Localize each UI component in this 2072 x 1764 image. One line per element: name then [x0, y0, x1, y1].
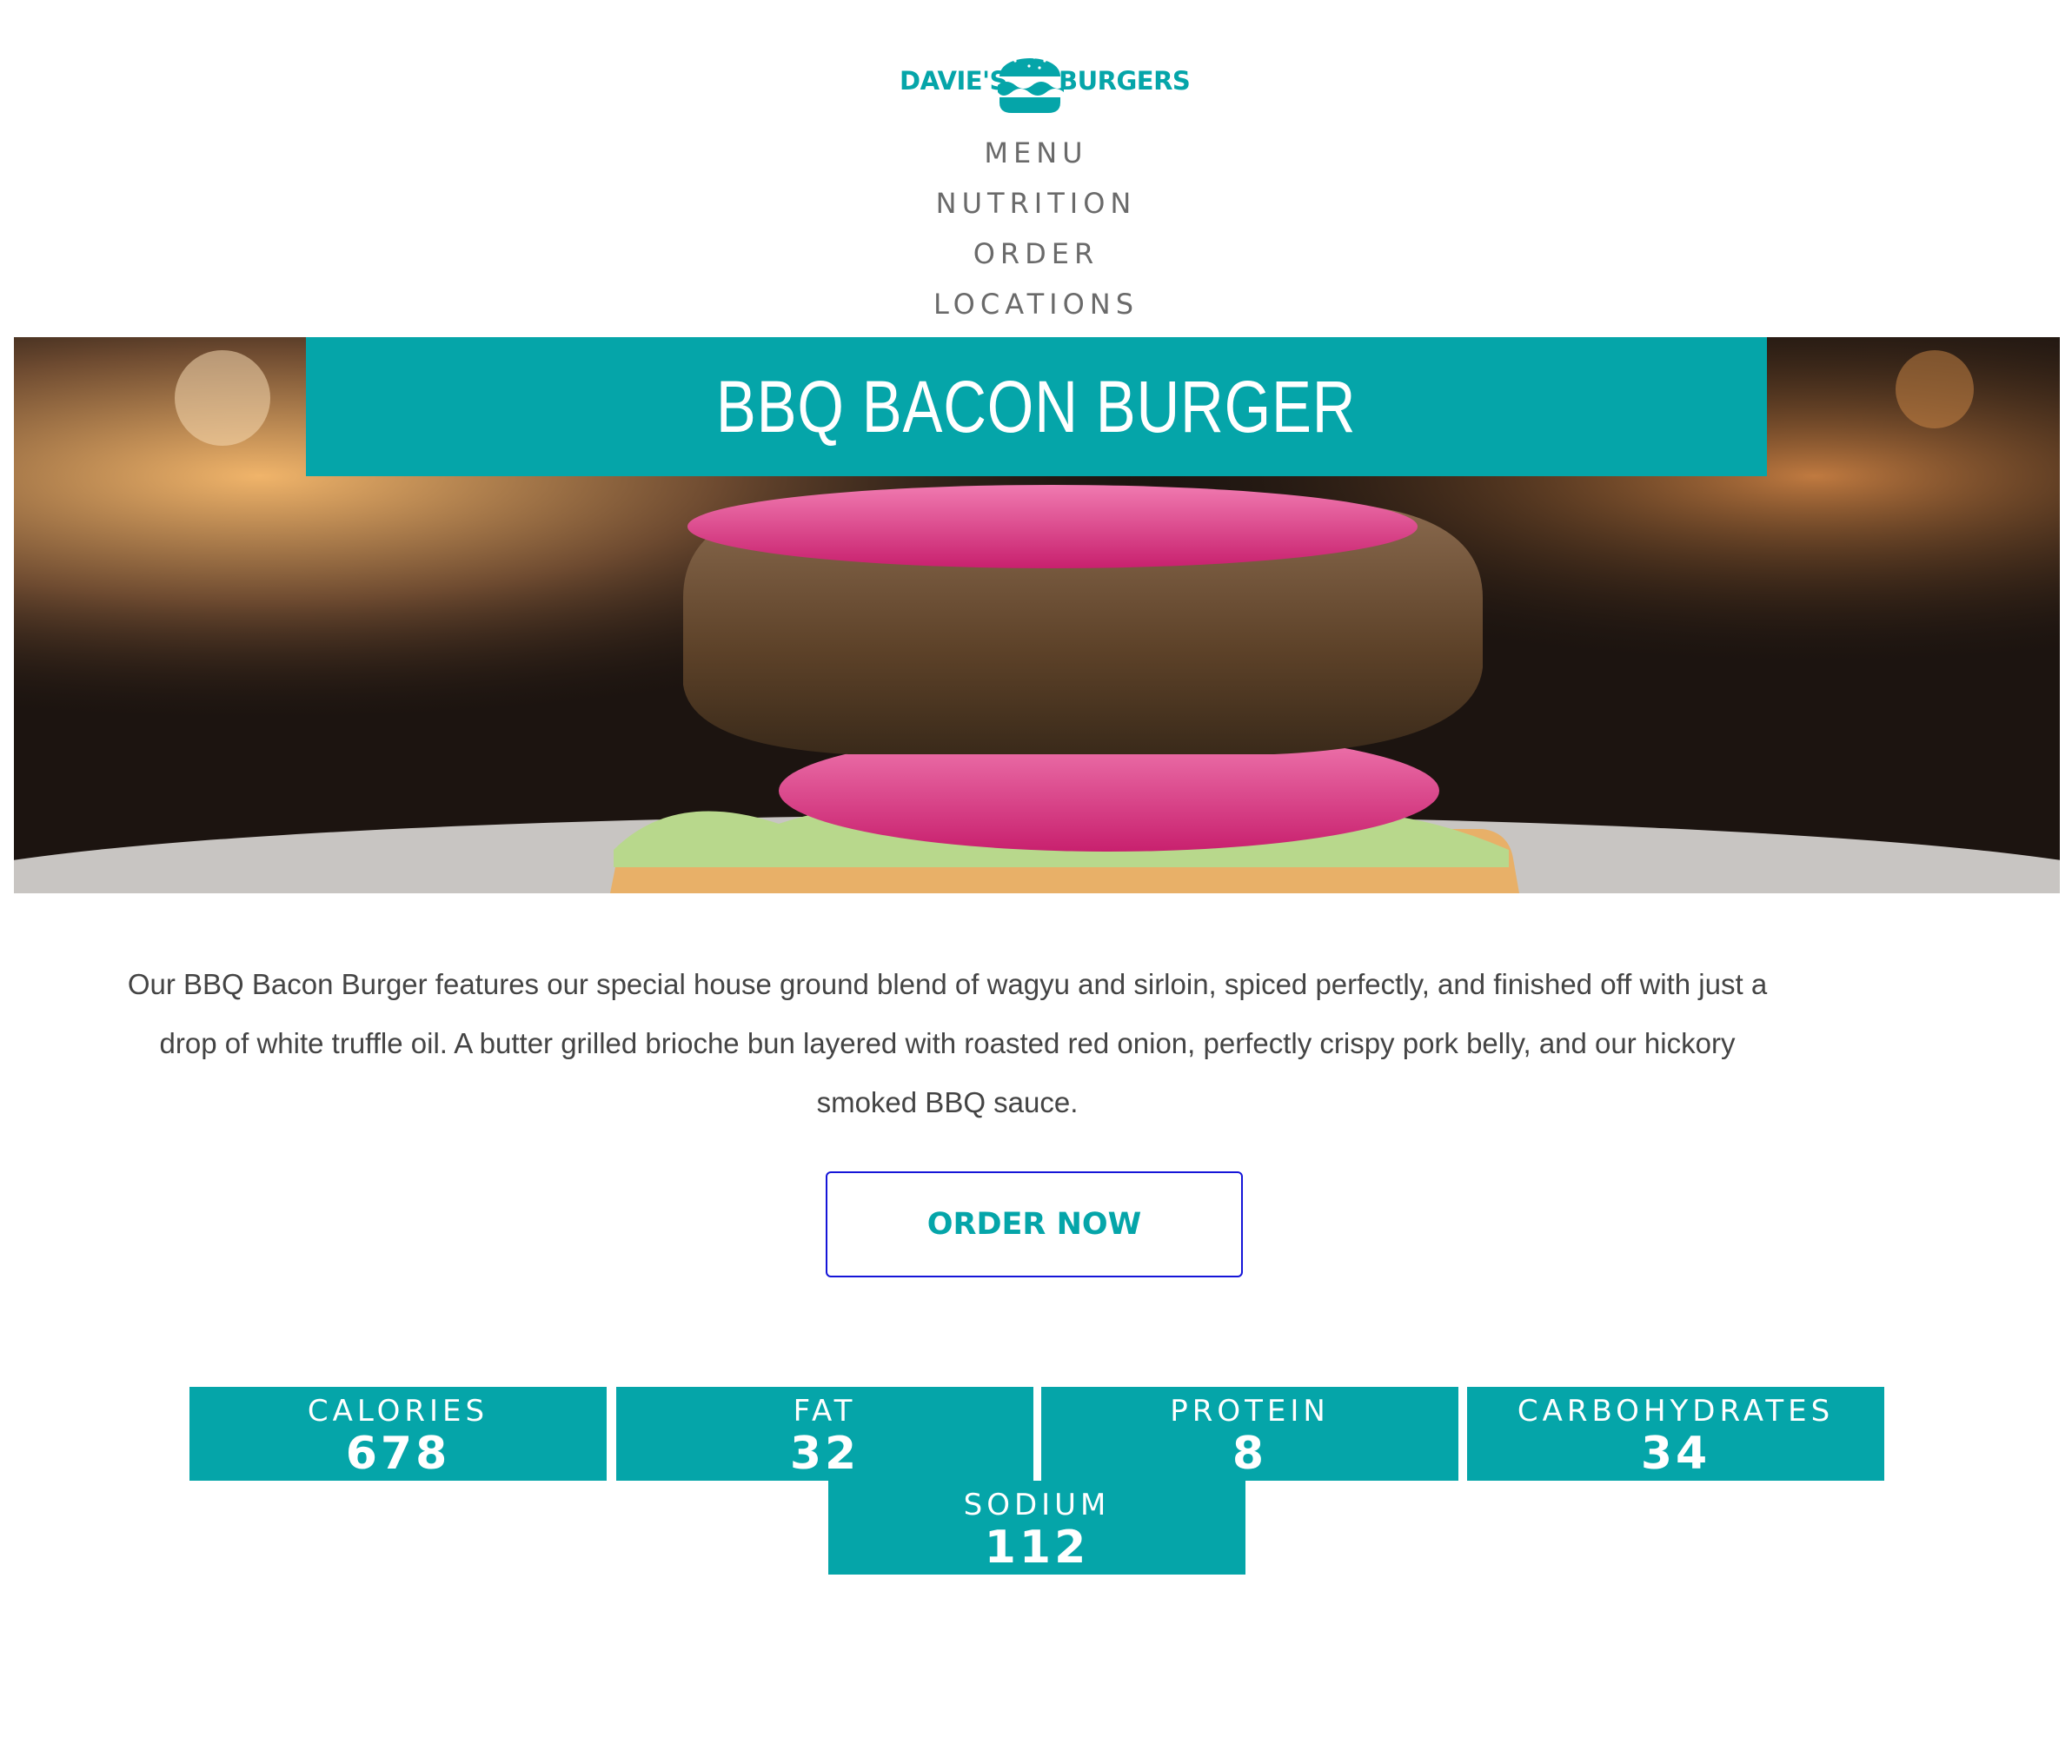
burger-logo-icon: [998, 54, 1064, 113]
stat-label: FAT: [793, 1394, 857, 1429]
order-now-button[interactable]: ORDER NOW: [826, 1171, 1243, 1277]
nav-item-menu[interactable]: MENU: [0, 130, 2072, 181]
hero-banner: BBQ BACON BURGER: [14, 337, 2060, 893]
product-description: Our BBQ Bacon Burger features our specia…: [127, 968, 1768, 1118]
stat-carbohydrates: CARBOHYDRATES 34: [1467, 1387, 1884, 1481]
page-title: BBQ BACON BURGER: [716, 365, 1357, 448]
stat-value: 112: [984, 1522, 1090, 1574]
brand-logo[interactable]: DAVIE'S BURGERS: [895, 42, 1191, 120]
brand-name-left: DAVIE'S: [900, 66, 1007, 96]
stat-fat: FAT 32: [616, 1387, 1033, 1481]
stat-value: 32: [789, 1428, 860, 1480]
nav-item-locations[interactable]: LOCATIONS: [0, 282, 2072, 332]
stat-label: CARBOHYDRATES: [1517, 1394, 1835, 1429]
main-nav: MENU NUTRITION ORDER LOCATIONS: [0, 130, 2072, 332]
stat-value: 8: [1232, 1428, 1268, 1480]
stat-value: 678: [345, 1428, 451, 1480]
nav-item-nutrition[interactable]: NUTRITION: [0, 181, 2072, 231]
stat-sodium: SODIUM 112: [828, 1481, 1245, 1575]
hero-title-band: BBQ BACON BURGER: [306, 337, 1767, 476]
brand-name-right: BURGERS: [1059, 66, 1191, 96]
nav-item-order[interactable]: ORDER: [0, 231, 2072, 282]
stat-label: PROTEIN: [1170, 1394, 1330, 1429]
stat-label: SODIUM: [963, 1488, 1111, 1522]
stat-protein: PROTEIN 8: [1041, 1387, 1458, 1481]
stat-calories: CALORIES 678: [189, 1387, 607, 1481]
stat-label: CALORIES: [307, 1394, 489, 1429]
stat-value: 34: [1640, 1428, 1711, 1480]
